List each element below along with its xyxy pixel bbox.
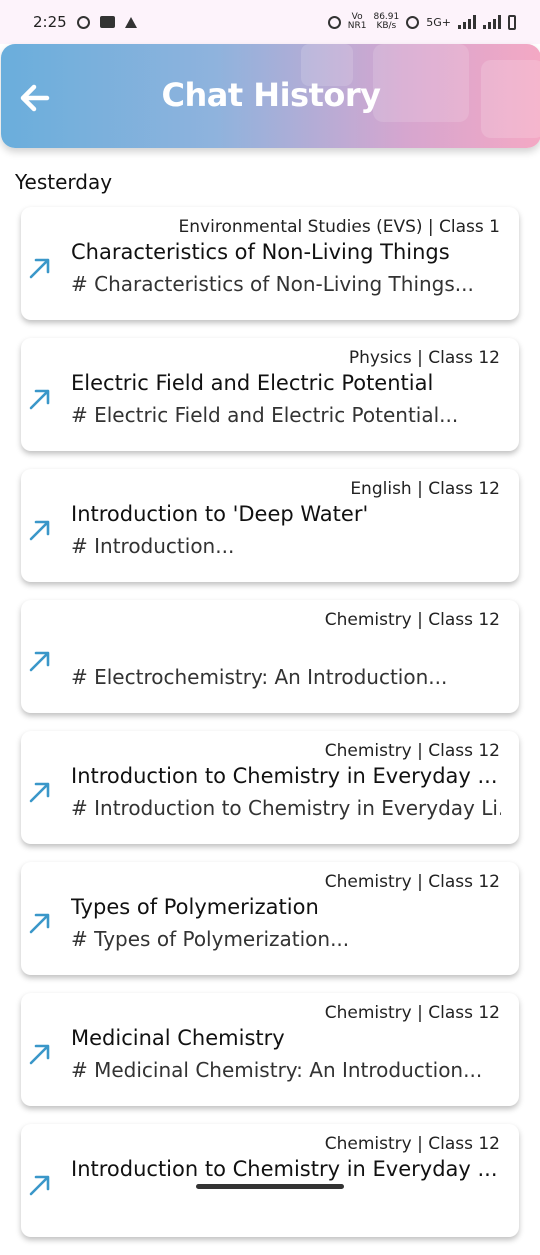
chat-subject-class: Chemistry | Class 12	[324, 872, 500, 892]
sync-icon	[76, 15, 90, 29]
arrow-up-right-icon	[27, 910, 53, 936]
chat-title: Medicinal Chemistry	[71, 1026, 285, 1050]
chat-history-item[interactable]: Physics | Class 12 Electric Field and Ele…	[21, 338, 519, 451]
arrow-up-right-icon	[27, 1172, 53, 1198]
volte-indicator: Vo NR1	[348, 13, 367, 31]
net-speed: 86.91 KB/s	[373, 13, 399, 31]
app-header: Chat History	[1, 44, 540, 148]
chat-title: Characteristics of Non-Living Things	[71, 240, 450, 264]
home-indicator[interactable]	[196, 1184, 344, 1189]
chat-subject-class: Chemistry | Class 12	[324, 1003, 500, 1023]
chat-subject-class: Chemistry | Class 12	[324, 610, 500, 630]
arrow-up-right-icon	[27, 255, 53, 281]
chat-subject-class: English | Class 12	[350, 479, 500, 499]
chat-title: Introduction to Chemistry in Everyday ..…	[71, 1157, 498, 1181]
chat-subject-class: Physics | Class 12	[348, 348, 500, 368]
book-icon	[99, 16, 115, 28]
chat-preview: # Electrochemistry: An Introduction...	[71, 665, 448, 689]
arrow-up-right-icon	[27, 779, 53, 805]
chat-history-list: Environmental Studies (EVS) | Class 1 Cha…	[21, 207, 519, 1255]
status-left: 2:25	[33, 13, 137, 31]
arrow-up-right-icon	[27, 648, 53, 674]
chat-subject-class: Chemistry | Class 12	[324, 741, 500, 761]
page-title: Chat History	[161, 76, 381, 114]
drive-icon	[124, 16, 137, 28]
signal-icon-2	[483, 15, 501, 29]
status-right: Vo NR1 86.91 KB/s 5G+	[327, 13, 516, 31]
chat-history-item[interactable]: Chemistry | Class 12 Types of Polymerizat…	[21, 862, 519, 975]
chat-preview: # Characteristics of Non-Living Things..…	[71, 272, 474, 296]
chat-history-item[interactable]: Chemistry | Class 12 Introduction to Chem…	[21, 1124, 519, 1237]
net-speed-unit: KB/s	[376, 21, 397, 31]
chat-history-item[interactable]: Chemistry | Class 12 Introduction to Chem…	[21, 731, 519, 844]
battery-icon	[508, 14, 516, 30]
chat-preview: # Types of Polymerization...	[71, 927, 350, 951]
section-label: Yesterday	[15, 170, 113, 194]
chat-title: Introduction to 'Deep Water'	[71, 502, 369, 526]
arrow-up-right-icon	[27, 517, 53, 543]
arrow-up-right-icon	[27, 386, 53, 412]
chat-preview: # Introduction...	[71, 534, 235, 558]
chat-title: Types of Polymerization	[71, 895, 319, 919]
arrow-up-right-icon	[27, 1041, 53, 1067]
chat-preview: # Introduction to Chemistry in Everyday …	[71, 796, 501, 820]
network-type: 5G+	[426, 15, 451, 29]
chat-title: Introduction to Chemistry in Everyday ..…	[71, 764, 498, 788]
chat-title: Electric Field and Electric Potential	[71, 371, 434, 395]
chat-history-item[interactable]: Chemistry | Class 12 Medicinal Chemistry #…	[21, 993, 519, 1106]
volte-bottom: NR1	[347, 21, 367, 31]
chat-history-item[interactable]: Chemistry | Class 12 # Electrochemistry: …	[21, 600, 519, 713]
chat-preview: # Electric Field and Electric Potential.…	[71, 403, 459, 427]
status-bar: 2:25 Vo NR1 86.91 KB/s 5G+	[0, 0, 540, 44]
chat-subject-class: Chemistry | Class 12	[324, 1134, 500, 1154]
signal-icon	[458, 15, 476, 29]
chat-preview: # Medicinal Chemistry: An Introduction..…	[71, 1058, 483, 1082]
hotspot-icon	[406, 15, 420, 29]
status-time: 2:25	[33, 13, 67, 31]
chat-history-item[interactable]: Environmental Studies (EVS) | Class 1 Cha…	[21, 207, 519, 320]
chat-subject-class: Environmental Studies (EVS) | Class 1	[178, 217, 500, 237]
chat-history-item[interactable]: English | Class 12 Introduction to 'Deep …	[21, 469, 519, 582]
alarm-icon	[327, 15, 341, 29]
